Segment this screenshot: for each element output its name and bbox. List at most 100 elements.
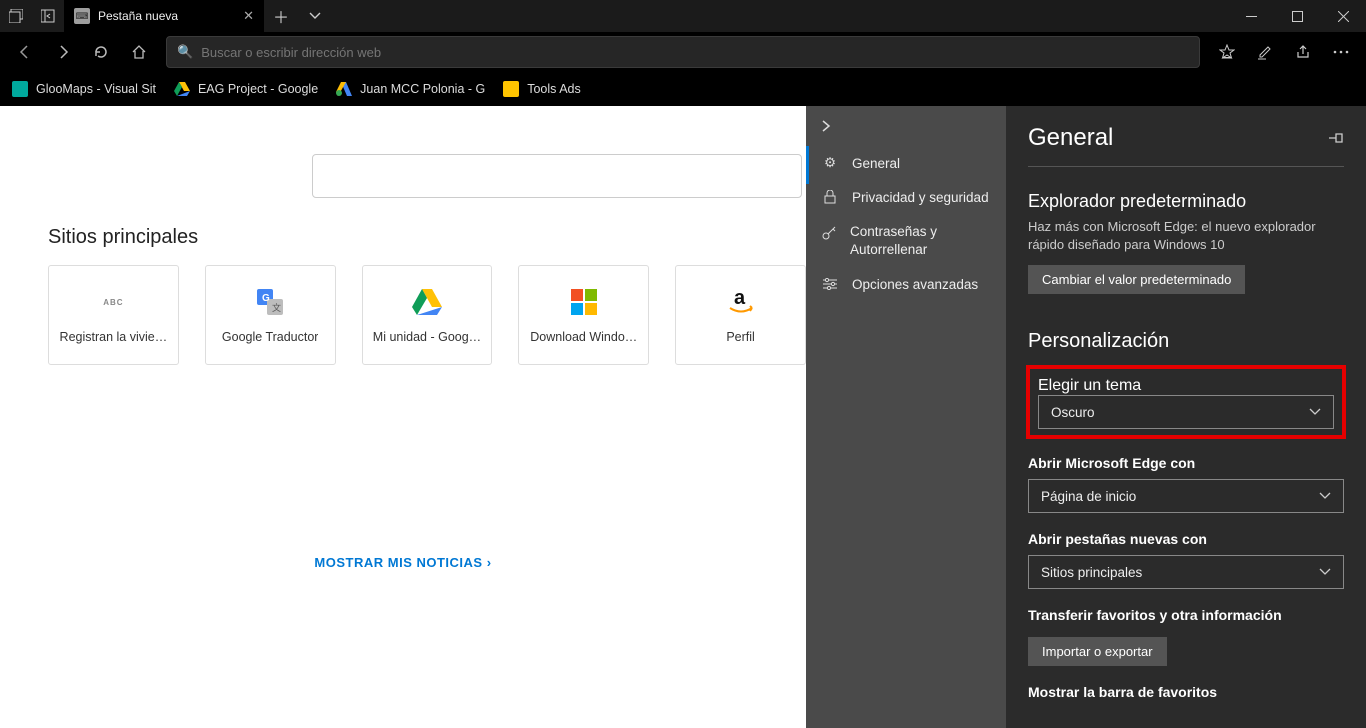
change-default-button[interactable]: Cambiar el valor predeterminado — [1028, 265, 1245, 294]
ads-icon — [336, 81, 352, 97]
svg-text:G: G — [262, 293, 270, 304]
top-site-tile[interactable]: G文 Google Traductor — [205, 265, 336, 365]
lock-icon — [822, 189, 838, 205]
menu-button[interactable] — [1324, 35, 1358, 69]
browser-tab[interactable]: ⌨ Pestaña nueva ✕ — [64, 0, 264, 32]
show-news-link[interactable]: MOSTRAR MIS NOTICIAS › — [0, 555, 806, 570]
bookmark-label: GlooMaps - Visual Sit — [36, 82, 156, 96]
search-icon: 🔍 — [177, 44, 193, 60]
titlebar-left-buttons — [0, 0, 64, 32]
address-bar[interactable]: 🔍 — [166, 36, 1200, 68]
tile-label: Registran la vivie… — [60, 330, 168, 344]
tile-icon: ABC — [97, 286, 129, 318]
show-news-label: MOSTRAR MIS NOTICIAS — [314, 555, 482, 570]
close-window-button[interactable] — [1320, 0, 1366, 32]
settings-nav-general[interactable]: ⚙ General — [806, 146, 1006, 180]
settings-nav-privacy[interactable]: Privacidad y seguridad — [806, 180, 1006, 214]
top-site-tile[interactable]: a Perfil — [675, 265, 806, 365]
dropdown-value: Sitios principales — [1041, 565, 1142, 580]
home-button[interactable] — [122, 35, 156, 69]
default-browser-section: Explorador predeterminado Haz más con Mi… — [1028, 185, 1344, 294]
newtab-search-box[interactable] — [312, 154, 802, 198]
dropdown-value: Página de inicio — [1041, 489, 1136, 504]
settings-nav-passwords[interactable]: Contraseñas y Autorrellenar — [806, 214, 1006, 267]
nav-label: General — [852, 156, 900, 171]
new-tabs-dropdown[interactable]: Sitios principales — [1028, 555, 1344, 589]
google-translate-icon: G文 — [254, 286, 286, 318]
amazon-icon: a — [725, 286, 757, 318]
titlebar: ⌨ Pestaña nueva ✕ ＋ — [0, 0, 1366, 32]
top-site-tile[interactable]: Mi unidad - Goog… — [362, 265, 493, 365]
tab-title: Pestaña nueva — [98, 9, 235, 23]
nav-label: Contraseñas y Autorrellenar — [850, 223, 990, 258]
favorites-bar-field: Mostrar la barra de favoritos — [1028, 684, 1344, 700]
top-sites-heading: Sitios principales — [48, 226, 806, 249]
drive-icon — [411, 286, 443, 318]
maximize-button[interactable] — [1274, 0, 1320, 32]
settings-nav-advanced[interactable]: Opciones avanzadas — [806, 267, 1006, 301]
svg-text:a: a — [734, 288, 746, 309]
drive-icon — [174, 81, 190, 97]
new-tab-button[interactable]: ＋ — [264, 0, 298, 32]
chevron-down-icon — [1309, 408, 1321, 416]
bookmarks-bar: GlooMaps - Visual Sit EAG Project - Goog… — [0, 72, 1366, 106]
notes-icon[interactable] — [1248, 35, 1282, 69]
open-with-field: Abrir Microsoft Edge con Página de inici… — [1028, 455, 1344, 513]
tab-aside-icon[interactable] — [32, 0, 64, 32]
import-export-button[interactable]: Importar o exportar — [1028, 637, 1167, 666]
minimize-button[interactable] — [1228, 0, 1274, 32]
pin-icon[interactable] — [1328, 131, 1344, 145]
settings-nav-expand[interactable] — [806, 106, 1006, 146]
bookmark-item[interactable]: EAG Project - Google — [166, 77, 326, 101]
bookmark-item[interactable]: GlooMaps - Visual Sit — [4, 77, 164, 101]
window-controls — [1228, 0, 1366, 32]
bookmark-label: Juan MCC Polonia - G — [360, 82, 485, 96]
theme-field-highlight: Elegir un tema Oscuro — [1028, 367, 1344, 437]
back-button[interactable] — [8, 35, 42, 69]
microsoft-icon — [568, 286, 600, 318]
navbar: 🔍 — [0, 32, 1366, 72]
tab-chevron-icon[interactable] — [298, 0, 332, 32]
theme-dropdown[interactable]: Oscuro — [1038, 395, 1334, 429]
forward-button[interactable] — [46, 35, 80, 69]
chevron-down-icon — [1319, 492, 1331, 500]
settings-panel: General Explorador predeterminado Haz má… — [1006, 106, 1366, 728]
top-site-tile[interactable]: Download Windo… — [518, 265, 649, 365]
new-tabs-label: Abrir pestañas nuevas con — [1028, 531, 1344, 547]
tile-label: Download Windo… — [530, 330, 637, 344]
chevron-right-icon: › — [487, 555, 492, 570]
top-site-tile[interactable]: ABC Registran la vivie… — [48, 265, 179, 365]
bookmark-item[interactable]: Juan MCC Polonia - G — [328, 77, 493, 101]
favorites-star-icon[interactable] — [1210, 35, 1244, 69]
settings-title: General — [1028, 124, 1113, 152]
chevron-down-icon — [1319, 568, 1331, 576]
tile-label: Mi unidad - Goog… — [373, 330, 481, 344]
nav-label: Opciones avanzadas — [852, 277, 978, 292]
share-icon[interactable] — [1286, 35, 1320, 69]
svg-text:文: 文 — [272, 302, 281, 313]
tile-label: Google Traductor — [222, 330, 319, 344]
section-heading: Explorador predeterminado — [1028, 191, 1344, 212]
bookmark-favicon — [503, 81, 519, 97]
open-with-dropdown[interactable]: Página de inicio — [1028, 479, 1344, 513]
settings-nav: ⚙ General Privacidad y seguridad Contras… — [806, 106, 1006, 728]
address-input[interactable] — [201, 45, 1189, 60]
dropdown-value: Oscuro — [1051, 405, 1095, 420]
transfer-field: Transferir favoritos y otra información … — [1028, 607, 1344, 666]
favorites-bar-label: Mostrar la barra de favoritos — [1028, 684, 1344, 700]
refresh-button[interactable] — [84, 35, 118, 69]
nav-label: Privacidad y seguridad — [852, 190, 989, 205]
theme-label: Elegir un tema — [1028, 377, 1344, 395]
top-sites-tiles: ABC Registran la vivie… G文 Google Traduc… — [48, 265, 806, 365]
new-tab-page: Sitios principales ABC Registran la vivi… — [0, 106, 806, 728]
tile-label: Perfil — [726, 330, 754, 344]
bookmark-item[interactable]: Tools Ads — [495, 77, 589, 101]
tab-favicon: ⌨ — [74, 8, 90, 24]
personalization-heading: Personalización — [1028, 330, 1344, 353]
section-desc: Haz más con Microsoft Edge: el nuevo exp… — [1028, 218, 1344, 253]
bookmark-favicon — [12, 81, 28, 97]
transfer-label: Transferir favoritos y otra información — [1028, 607, 1344, 623]
bookmark-label: Tools Ads — [527, 82, 581, 96]
tab-actions-icon[interactable] — [0, 0, 32, 32]
close-icon[interactable]: ✕ — [243, 8, 254, 24]
